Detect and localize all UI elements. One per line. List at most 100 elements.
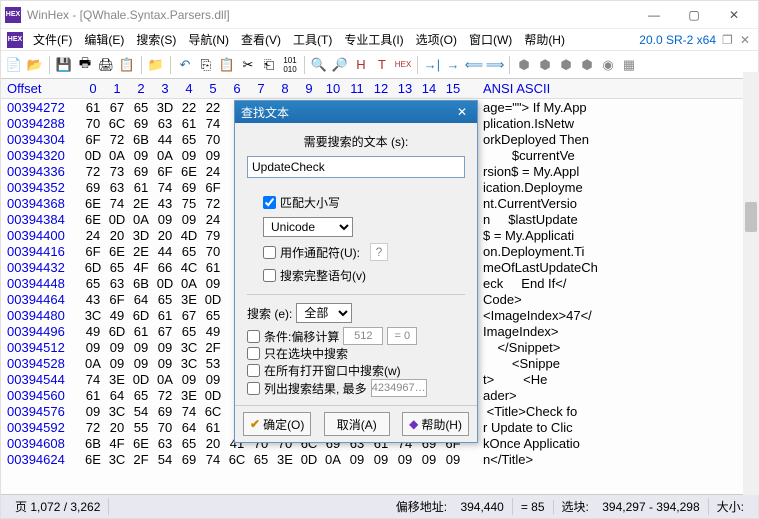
hex-byte[interactable]: 6E [81, 452, 105, 467]
hex-byte[interactable]: 6B [129, 276, 153, 291]
hex-byte[interactable]: 70 [153, 420, 177, 435]
col-header[interactable]: 8 [273, 81, 297, 96]
hex-byte[interactable]: 20 [153, 228, 177, 243]
print-icon[interactable]: 🖨 [97, 56, 115, 74]
undo-icon[interactable]: ↶ [176, 56, 194, 74]
new-icon[interactable]: 📄 [5, 56, 23, 74]
hex-byte[interactable]: 63 [105, 276, 129, 291]
col-header[interactable]: 10 [321, 81, 345, 96]
hex-byte[interactable]: 09 [393, 452, 417, 467]
menu-tools[interactable]: 工具(T) [287, 29, 338, 50]
cond-mod-input[interactable] [343, 327, 383, 345]
search-text-input[interactable] [247, 156, 465, 178]
hex-byte[interactable]: 61 [153, 308, 177, 323]
hex-byte[interactable]: 6D [129, 308, 153, 323]
ascii-cell[interactable]: age=""> If My.App [465, 100, 758, 115]
hex-byte[interactable]: 74 [201, 116, 225, 131]
hex-byte[interactable]: 67 [177, 308, 201, 323]
menu-file[interactable]: 文件(F) [27, 29, 78, 50]
wildcards-checkbox[interactable] [263, 246, 276, 259]
saveall-icon[interactable]: 🖶 [76, 56, 94, 74]
ascii-cell[interactable]: $ = My.Applicati [465, 228, 758, 243]
hex-byte[interactable]: 61 [201, 420, 225, 435]
all-windows-checkbox[interactable] [247, 364, 260, 377]
hex-byte[interactable]: 72 [81, 164, 105, 179]
hex-byte[interactable]: 09 [129, 356, 153, 371]
col-header[interactable]: 2 [129, 81, 153, 96]
cond-eq-input[interactable] [387, 327, 417, 345]
ascii-cell[interactable]: n $lastUpdate [465, 212, 758, 227]
hex-byte[interactable]: 63 [105, 180, 129, 195]
hex-byte[interactable]: 72 [81, 420, 105, 435]
goto-first-icon[interactable]: →| [423, 56, 441, 74]
hex-byte[interactable]: 43 [153, 196, 177, 211]
hex-byte[interactable]: 61 [201, 260, 225, 275]
hex-byte[interactable]: 74 [201, 452, 225, 467]
hex-byte[interactable]: 24 [201, 212, 225, 227]
menu-help[interactable]: 帮助(H) [518, 29, 571, 50]
hex-byte[interactable]: 74 [81, 372, 105, 387]
hex-byte[interactable]: 09 [441, 452, 465, 467]
hex-byte[interactable]: 6F [201, 180, 225, 195]
ascii-cell[interactable]: plication.IsNetw [465, 116, 758, 131]
ascii-cell[interactable]: $currentVe [465, 148, 758, 163]
hex-byte[interactable]: 6E [129, 436, 153, 451]
hex-byte[interactable]: 09 [345, 452, 369, 467]
only-block-checkbox[interactable] [247, 347, 260, 360]
ascii-header[interactable]: ANSI ASCII [465, 81, 758, 96]
hex-byte[interactable]: 22 [177, 100, 201, 115]
hex-byte[interactable]: 70 [201, 132, 225, 147]
hex-byte[interactable]: 3E [273, 452, 297, 467]
hex-byte[interactable]: 09 [201, 372, 225, 387]
hex-byte[interactable]: 49 [201, 324, 225, 339]
ok-button[interactable]: ✔确定(O) [243, 412, 311, 436]
disk1-icon[interactable]: ⬢ [515, 56, 533, 74]
cond-checkbox[interactable] [247, 330, 260, 343]
minimize-button[interactable]: — [634, 3, 674, 27]
hex-byte[interactable]: 6F [153, 164, 177, 179]
disk5-icon[interactable]: ◉ [599, 56, 617, 74]
hex-byte[interactable]: 65 [177, 324, 201, 339]
disk2-icon[interactable]: ⬢ [536, 56, 554, 74]
dialog-close-button[interactable]: ✕ [453, 104, 471, 120]
hex-byte[interactable]: 4D [177, 228, 201, 243]
hex-byte[interactable]: 3E [177, 388, 201, 403]
mdi-close-icon[interactable]: ✕ [740, 33, 754, 47]
ascii-cell[interactable]: </Snippet> [465, 340, 758, 355]
goto-icon[interactable]: → [444, 56, 462, 74]
hex-byte[interactable]: 6E [105, 244, 129, 259]
hex-byte[interactable]: 09 [105, 356, 129, 371]
hex-byte[interactable]: 6D [105, 324, 129, 339]
hex-byte[interactable]: 65 [177, 132, 201, 147]
hex-byte[interactable]: 65 [249, 452, 273, 467]
hex-byte[interactable]: 0D [129, 372, 153, 387]
hex-byte[interactable]: 65 [105, 260, 129, 275]
col-header[interactable]: 13 [393, 81, 417, 96]
hex-byte[interactable]: 67 [105, 100, 129, 115]
ascii-cell[interactable]: nt.CurrentVersio [465, 196, 758, 211]
hex-byte[interactable]: 3C [105, 452, 129, 467]
hex-byte[interactable]: 20 [105, 420, 129, 435]
col-header[interactable]: 6 [225, 81, 249, 96]
hex-byte[interactable]: 6F [81, 244, 105, 259]
hex-byte[interactable]: 4F [105, 436, 129, 451]
hex-byte[interactable]: 3C [105, 404, 129, 419]
hex-byte[interactable]: 65 [153, 292, 177, 307]
hex-byte[interactable]: 09 [177, 372, 201, 387]
hex-byte[interactable]: 09 [201, 148, 225, 163]
save-icon[interactable]: 💾 [55, 56, 73, 74]
hex-byte[interactable]: 74 [177, 404, 201, 419]
back-icon[interactable]: ⟸ [465, 56, 483, 74]
hex-byte[interactable]: 09 [129, 148, 153, 163]
list-max-input[interactable] [371, 379, 427, 397]
hex-byte[interactable]: 61 [129, 324, 153, 339]
hex-byte[interactable]: 0A [153, 148, 177, 163]
col-header[interactable]: 0 [81, 81, 105, 96]
menu-options[interactable]: 选项(O) [410, 29, 463, 50]
hex-byte[interactable]: 3C [177, 340, 201, 355]
hex-byte[interactable]: 2E [129, 196, 153, 211]
cut-icon[interactable]: ✂ [239, 56, 257, 74]
hex-byte[interactable]: 09 [105, 340, 129, 355]
copy2-icon[interactable]: ⎗ [260, 56, 278, 74]
hex-byte[interactable]: 6C [105, 116, 129, 131]
